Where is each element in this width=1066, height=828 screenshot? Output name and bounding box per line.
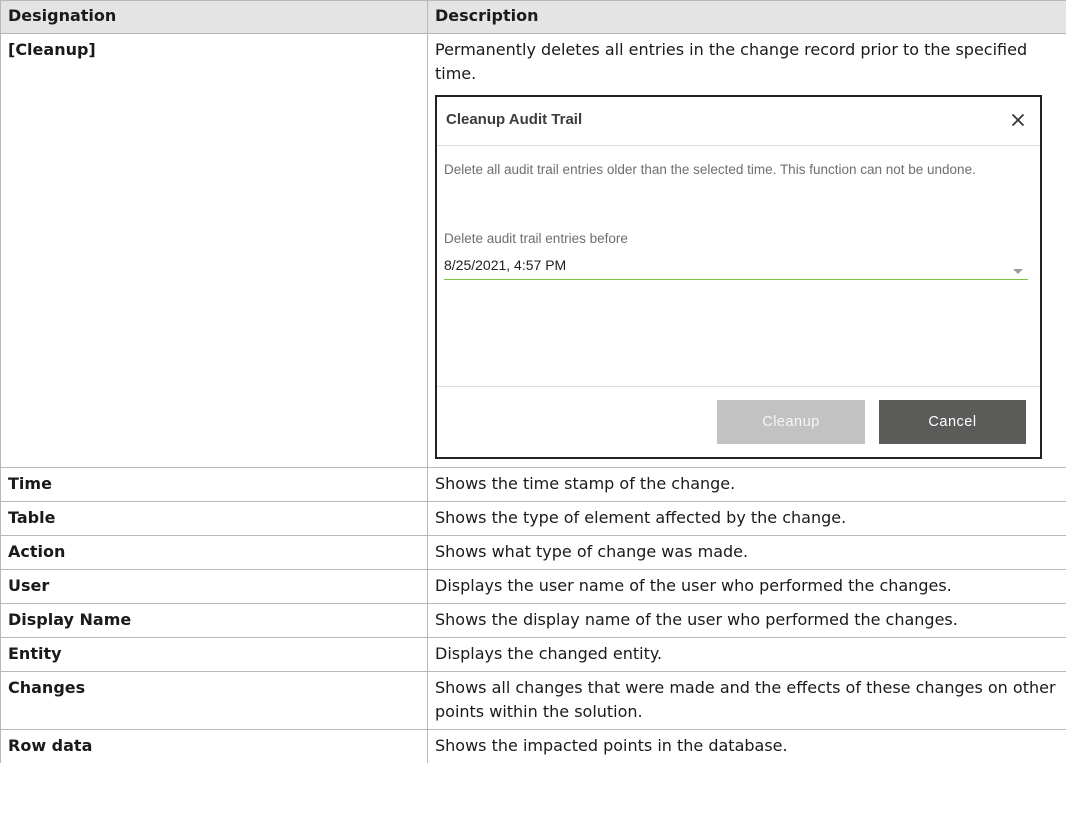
date-field-label: Delete audit trail entries before (444, 231, 628, 246)
row-description: Shows the time stamp of the change. (427, 467, 1066, 502)
table-row: Time Shows the time stamp of the change. (0, 467, 1066, 502)
row-description: Shows the impacted points in the databas… (427, 729, 1066, 763)
row-name: Changes (0, 671, 428, 730)
table-row: Display Name Shows the display name of t… (0, 603, 1066, 638)
row-description: Shows the display name of the user who p… (427, 603, 1066, 638)
table-row: Row data Shows the impacted points in th… (0, 729, 1066, 763)
row-name: Entity (0, 637, 428, 672)
row-description-cell: Permanently deletes all entries in the c… (427, 33, 1066, 468)
cleanup-button[interactable]: Cleanup (717, 400, 865, 444)
dialog-description: Delete all audit trail entries older tha… (444, 162, 976, 177)
table-row: User Displays the user name of the user … (0, 569, 1066, 604)
table-row-cleanup: [Cleanup] Permanently deletes all entrie… (0, 33, 1066, 468)
table-row: Entity Displays the changed entity. (0, 637, 1066, 672)
table-row: Table Shows the type of element affected… (0, 501, 1066, 536)
table-row: Action Shows what type of change was mad… (0, 535, 1066, 570)
row-name: User (0, 569, 428, 604)
row-name: Table (0, 501, 428, 536)
dialog-body: Delete all audit trail entries older tha… (437, 146, 1040, 387)
row-name: Time (0, 467, 428, 502)
row-name: Row data (0, 729, 428, 763)
cleanup-audit-trail-dialog: Cleanup Audit Trail Delete all audit tra… (435, 95, 1042, 459)
row-description: Shows the type of element affected by th… (427, 501, 1066, 536)
selected-date-value: 8/25/2021, 4:57 PM (444, 257, 567, 273)
dialog-title: Cleanup Audit Trail (446, 111, 583, 128)
cancel-button[interactable]: Cancel (879, 400, 1026, 444)
row-description: Permanently deletes all entries in the c… (435, 40, 1028, 83)
row-description: Displays the changed entity. (427, 637, 1066, 672)
table-header-row: Designation Description (0, 0, 1066, 34)
dialog-header: Cleanup Audit Trail (437, 97, 1040, 146)
table-row: Changes Shows all changes that were made… (0, 671, 1066, 730)
date-time-select[interactable]: 8/25/2021, 4:57 PM (444, 254, 1028, 280)
row-name: [Cleanup] (0, 33, 428, 468)
designation-table: Designation Description [Cleanup] Perman… (0, 0, 1066, 763)
caret-down-icon[interactable] (1012, 260, 1024, 274)
row-description: Displays the user name of the user who p… (427, 569, 1066, 604)
close-icon[interactable] (1003, 105, 1033, 135)
row-description: Shows what type of change was made. (427, 535, 1066, 570)
row-name: Display Name (0, 603, 428, 638)
row-description: Shows all changes that were made and the… (427, 671, 1066, 730)
header-designation: Designation (0, 0, 428, 34)
row-name: Action (0, 535, 428, 570)
header-description: Description (427, 0, 1066, 34)
